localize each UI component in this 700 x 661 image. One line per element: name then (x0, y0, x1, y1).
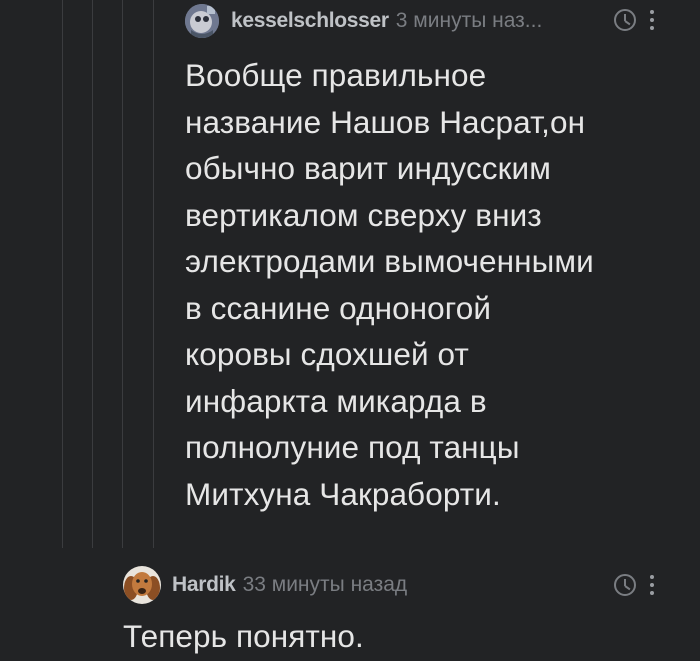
comment-line: обычно варит индусским (185, 150, 551, 186)
comment-line: полнолуние под танцы (185, 429, 520, 465)
more-vertical-icon[interactable] (650, 10, 654, 30)
comment-time: 3 минуты наз... (395, 9, 543, 32)
comment-header: Hardik 33 минуты назад (123, 566, 408, 604)
comment-line: в ссанине одноногой (185, 289, 492, 326)
thread-line (62, 0, 63, 548)
comment-line: вертикалом сверху вниз (185, 196, 542, 233)
comment-line: название Нашов Насрат,он (185, 103, 586, 140)
more-vertical-icon[interactable] (650, 575, 654, 595)
comment-author[interactable]: kesselschlosser (231, 9, 389, 33)
comment-line: электродами вымоченными (185, 243, 594, 279)
comment-line: коровы сдохшей от (185, 336, 469, 372)
comment-header: kesselschlosser 3 минуты наз... (185, 3, 542, 39)
comment-time: 33 минуты назад (242, 573, 408, 596)
thread-line (92, 0, 93, 548)
dog-avatar[interactable] (123, 566, 161, 604)
avatar[interactable] (185, 4, 219, 38)
comment-line: Вообще правильное (185, 57, 487, 93)
comment-line: Теперь понятно. (123, 618, 364, 654)
thread-line (153, 0, 154, 548)
comment-line: Митхуна Чакраборти. (185, 475, 501, 512)
thread-line (122, 0, 123, 548)
comment-line: инфаркта микарда в (185, 382, 487, 419)
clock-icon[interactable] (614, 9, 636, 31)
clock-icon[interactable] (614, 574, 636, 596)
comment-body: Вообще правильное название Нашов Насрат,… (185, 52, 594, 517)
comment-body: Теперь понятно. (123, 613, 364, 660)
comment-author[interactable]: Hardik (172, 573, 236, 597)
